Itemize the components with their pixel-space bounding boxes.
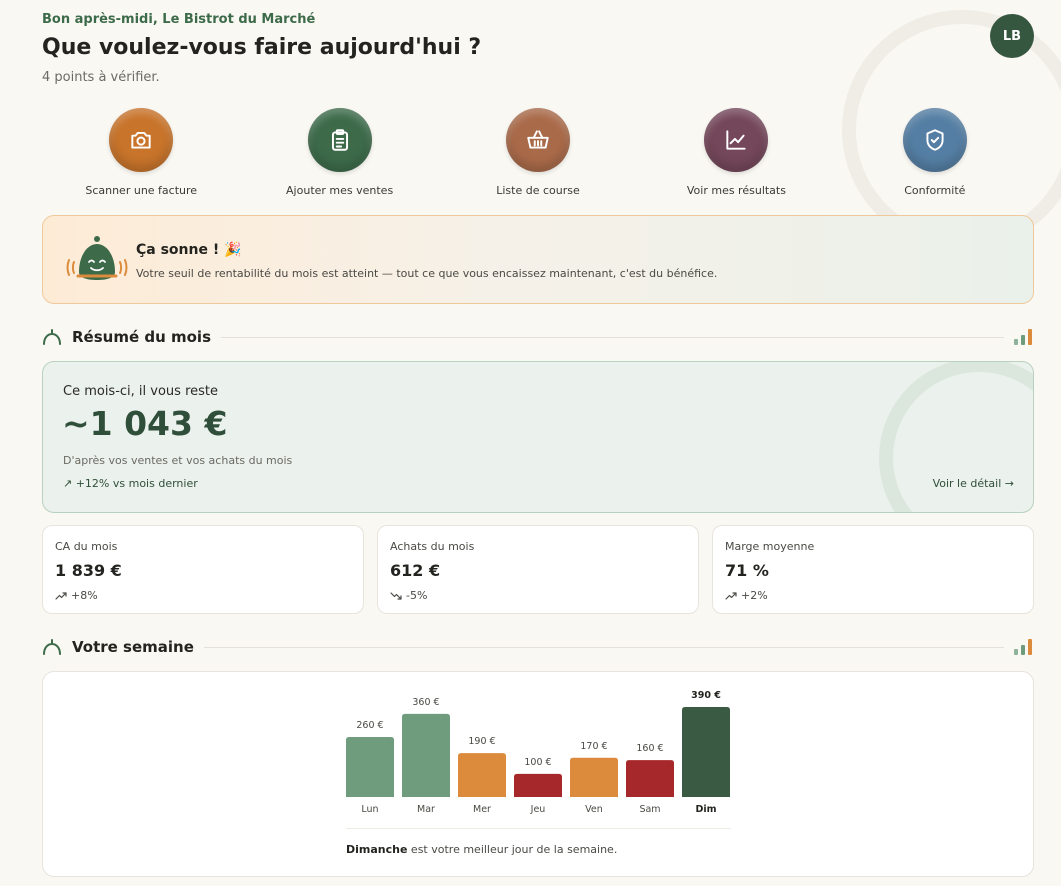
- week-chart-card: 260 € Lun 360 € Mar 190 € Mer 100 € Jeu 170 € Ven…: [42, 671, 1034, 877]
- shield-check-icon: [926, 129, 944, 151]
- remaining-note: D'après vos ventes et vos achats du mois: [63, 454, 293, 467]
- day-tick-label: Mar: [417, 804, 435, 815]
- bar-value-label: 170 €: [580, 741, 607, 752]
- action-circle[interactable]: [506, 108, 571, 172]
- stat-card-margin[interactable]: Marge moyenne 71 % +2%: [712, 525, 1034, 614]
- stat-value: 612 €: [390, 561, 441, 580]
- stat-trend: +2%: [725, 589, 1021, 602]
- stat-trend-value: +2%: [741, 589, 768, 602]
- greeting: Bon après-midi, Le Bistrot du Marché: [42, 12, 316, 27]
- action-circle[interactable]: [902, 108, 967, 172]
- trend-up-icon: [55, 591, 67, 600]
- bar-value-label: 360 €: [412, 697, 439, 708]
- bar-mar[interactable]: [402, 713, 450, 797]
- section-divider: [203, 646, 1004, 648]
- stat-value: 71 %: [725, 561, 769, 580]
- camera-icon: [131, 131, 151, 149]
- section-title: Résumé du mois: [72, 328, 211, 346]
- bar-value-label: 100 €: [524, 757, 551, 768]
- stat-trend-value: +8%: [71, 589, 98, 602]
- action-view-results[interactable]: Voir mes résultats: [637, 108, 835, 197]
- bar-value-label: 390 €: [691, 690, 721, 701]
- month-summary-card: Ce mois-ci, il vous reste ~1 043 € D'apr…: [42, 361, 1034, 513]
- bar-value-label: 260 €: [356, 720, 383, 731]
- action-label: Voir mes résultats: [686, 184, 786, 197]
- stat-label: Achats du mois: [390, 540, 475, 553]
- stat-label: Marge moyenne: [725, 540, 815, 553]
- trend-down-icon: [390, 591, 402, 600]
- best-day: Dimanche: [346, 843, 408, 856]
- caption-text: est votre meilleur jour de la semaine.: [407, 843, 618, 856]
- view-detail-link[interactable]: Voir le détail →: [933, 477, 1014, 490]
- cloche-icon: [43, 329, 61, 345]
- basket-icon: [527, 130, 549, 149]
- action-circle[interactable]: [109, 108, 174, 172]
- remaining-trend: ↗ +12% vs mois dernier: [63, 477, 198, 490]
- week-bar-chart: 260 € Lun 360 € Mar 190 € Mer 100 € Jeu 170 € Ven…: [346, 690, 730, 815]
- stat-card-revenue[interactable]: CA du mois 1 839 € +8%: [42, 525, 364, 614]
- action-label: Liste de course: [496, 184, 580, 197]
- decorative-arc: [879, 362, 1033, 512]
- stat-trend: +8%: [55, 589, 351, 602]
- avatar[interactable]: LB: [990, 14, 1034, 58]
- pending-checks: 4 points à vérifier.: [42, 70, 160, 85]
- alert-text: Votre seuil de rentabilité du mois est a…: [136, 267, 718, 280]
- stat-label: CA du mois: [55, 540, 118, 553]
- day-tick-label: Mer: [473, 804, 491, 815]
- day-tick-label: Jeu: [530, 804, 546, 815]
- section-header-week: Votre semaine: [42, 635, 1034, 659]
- week-caption: Dimanche est votre meilleur jour de la s…: [346, 843, 617, 856]
- signal-bars-icon: [1014, 329, 1032, 345]
- alarm-mascot-icon: [66, 236, 128, 280]
- chart-divider: [346, 828, 731, 829]
- stat-value: 1 839 €: [55, 561, 122, 580]
- action-circle[interactable]: [704, 108, 769, 172]
- signal-bars-icon: [1014, 639, 1032, 655]
- stat-trend-value: -5%: [406, 589, 428, 602]
- day-tick-label: Ven: [585, 804, 603, 815]
- action-add-sales[interactable]: Ajouter mes ventes: [240, 108, 438, 197]
- section-header-month: Résumé du mois: [42, 325, 1034, 349]
- bar-ven[interactable]: [570, 757, 618, 797]
- section-title: Votre semaine: [72, 638, 194, 656]
- action-label: Ajouter mes ventes: [286, 184, 394, 197]
- party-emoji: 🎉: [224, 242, 242, 258]
- day-tick-label: Sam: [639, 804, 660, 815]
- trend-up-icon: [725, 591, 737, 600]
- alert-title-text: Ça sonne !: [136, 242, 220, 258]
- bar-value-label: 190 €: [468, 736, 495, 747]
- bar-value-label: 160 €: [636, 743, 663, 754]
- action-shopping-list[interactable]: Liste de course: [439, 108, 637, 197]
- remaining-label: Ce mois-ci, il vous reste: [63, 384, 218, 399]
- action-circle[interactable]: [307, 108, 372, 172]
- stat-trend: -5%: [390, 589, 686, 602]
- alert-title: Ça sonne ! 🎉: [136, 242, 242, 258]
- alert-banner: Ça sonne ! 🎉 Votre seuil de rentabilité …: [42, 215, 1034, 304]
- page-title: Que voulez-vous faire aujourd'hui ?: [42, 35, 482, 60]
- clipboard-icon: [331, 129, 348, 151]
- chart-line-icon: [726, 130, 747, 150]
- day-tick-label: Lun: [361, 804, 378, 815]
- action-compliance[interactable]: Conformité: [836, 108, 1034, 197]
- bar-lun[interactable]: [346, 737, 394, 797]
- stat-cards: CA du mois 1 839 € +8% Achats du mois 61…: [42, 525, 1034, 614]
- page-header: Bon après-midi, Le Bistrot du Marché Que…: [42, 12, 1034, 85]
- cloche-icon: [43, 639, 61, 655]
- bar-dim[interactable]: [682, 707, 730, 797]
- remaining-amount: ~1 043 €: [62, 404, 228, 443]
- action-label: Scanner une facture: [85, 184, 198, 197]
- action-scan-invoice[interactable]: Scanner une facture: [42, 108, 240, 197]
- section-divider: [221, 336, 1004, 338]
- quick-actions: Scanner une facture Ajouter mes ventes L…: [42, 108, 1034, 197]
- bar-jeu[interactable]: [514, 773, 562, 797]
- action-label: Conformité: [904, 184, 966, 197]
- stat-card-purchases[interactable]: Achats du mois 612 € -5%: [377, 525, 699, 614]
- bar-mer[interactable]: [458, 753, 506, 797]
- day-tick-label: Dim: [695, 804, 716, 815]
- bar-sam[interactable]: [626, 760, 674, 797]
